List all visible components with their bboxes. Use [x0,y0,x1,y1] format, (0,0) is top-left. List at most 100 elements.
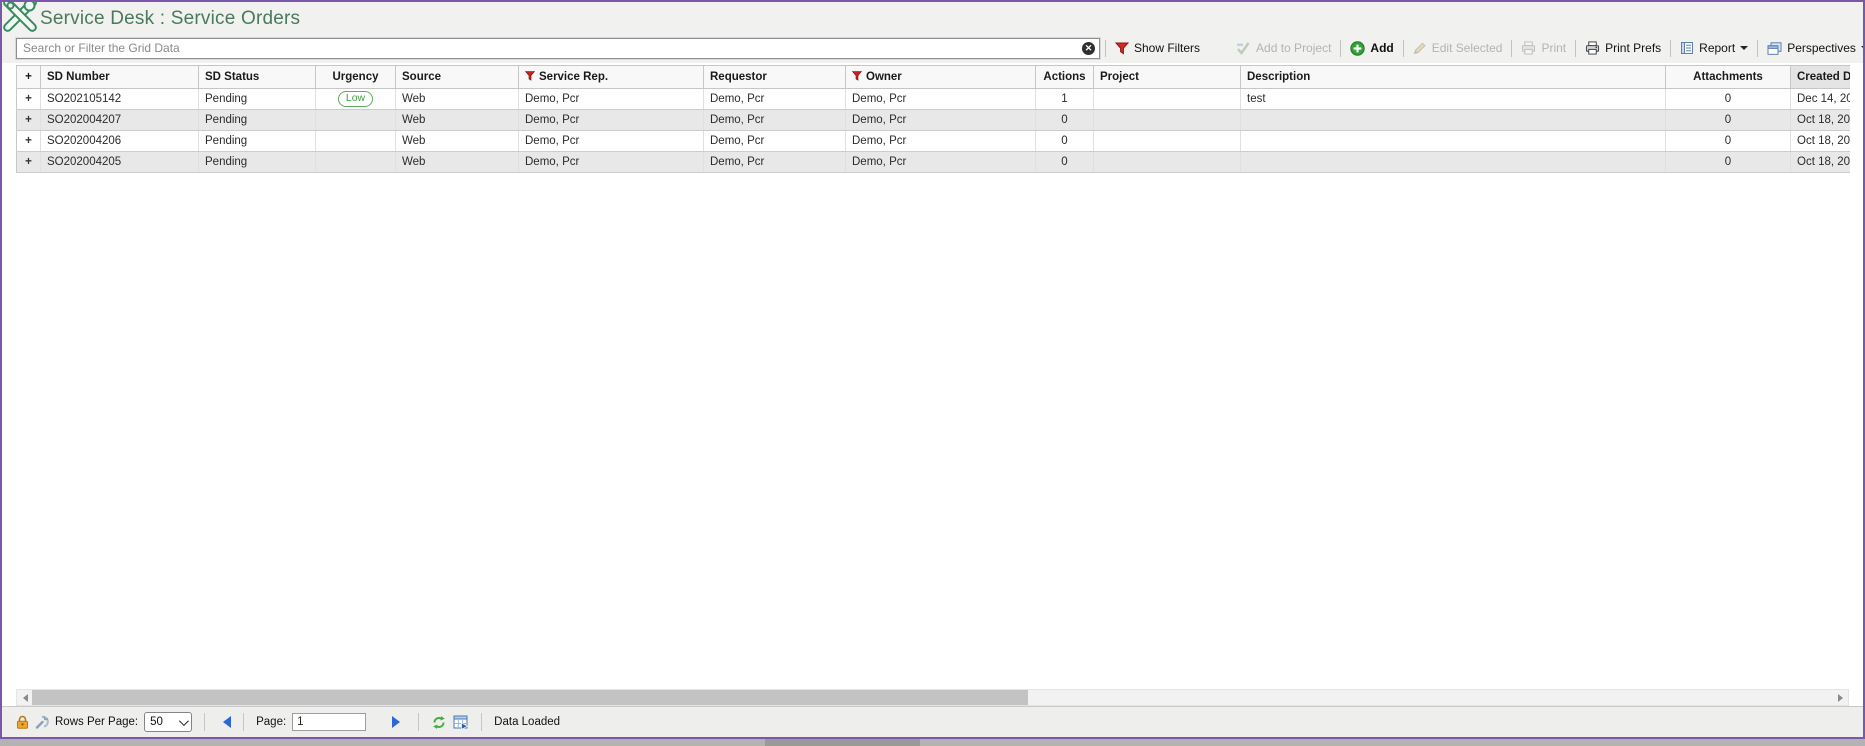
cell-project [1094,131,1241,152]
column-header-source[interactable]: Source [396,66,519,89]
report-icon [1680,41,1694,55]
add-to-project-button[interactable]: Add to Project [1232,41,1335,55]
search-wrap: ✕ [16,38,1100,59]
toolbar: ✕ Show Filters Add to Project Add [2,35,1863,63]
cell-owner: Demo, Pcr [846,152,1036,173]
column-header-sd_status[interactable]: SD Status [199,66,316,89]
browser-horizontal-scrollbar[interactable] [0,739,1865,746]
cell-source: Web [396,131,519,152]
column-header-owner[interactable]: Owner [846,66,1036,89]
column-header-created_date[interactable]: Created Date [1791,66,1851,89]
cell-urgency: Low [316,89,396,110]
cell-sd_status: Pending [199,110,316,131]
column-header-service_rep[interactable]: Service Rep. [519,66,704,89]
cell-actions: 0 [1036,152,1094,173]
chevron-down-icon [1861,46,1865,54]
cell-service_rep: Demo, Pcr [519,152,704,173]
table-header-row: +SD NumberSD StatusUrgencySourceService … [17,66,1851,89]
column-header-description[interactable]: Description [1241,66,1666,89]
printer-icon [1521,41,1536,55]
page-title: Service Desk : Service Orders [40,8,300,30]
add-to-project-icon [1236,41,1251,55]
rows-per-page-label: Rows Per Page: [55,716,138,728]
perspectives-button[interactable]: Perspectives [1763,41,1865,55]
printer-icon [1585,41,1600,55]
cell-description [1241,110,1666,131]
cell-urgency [316,131,396,152]
cell-created_date: Oct 18, 2019 [1791,152,1851,173]
cell-requestor: Demo, Pcr [704,110,846,131]
chevron-down-icon [179,716,189,726]
cell-urgency [316,152,396,173]
grid-horizontal-scrollbar[interactable] [16,689,1849,706]
next-page-button[interactable] [392,716,406,728]
report-button[interactable]: Report [1676,41,1752,55]
cell-service_rep: Demo, Pcr [519,89,704,110]
column-header-actions[interactable]: Actions [1036,66,1094,89]
print-prefs-button[interactable]: Print Prefs [1581,41,1665,55]
pencil-icon [1413,41,1427,55]
search-input[interactable] [16,38,1100,59]
grid-area: +SD NumberSD StatusUrgencySourceService … [2,63,1863,689]
row-expand-button[interactable]: + [17,152,41,173]
print-button[interactable]: Print [1517,41,1570,55]
table-row[interactable]: +SO202004206PendingWebDemo, PcrDemo, Pcr… [17,131,1851,152]
page-input[interactable] [292,713,366,731]
row-expand-button[interactable]: + [17,89,41,110]
scroll-left-arrow-icon[interactable] [17,690,32,705]
cell-sd_number: SO202004206 [41,131,199,152]
toolbar-divider [1575,40,1576,57]
cell-sd_status: Pending [199,131,316,152]
edit-selected-button[interactable]: Edit Selected [1409,41,1507,55]
cell-service_rep: Demo, Pcr [519,110,704,131]
cell-owner: Demo, Pcr [846,89,1036,110]
cell-sd_status: Pending [199,152,316,173]
row-expand-button[interactable]: + [17,110,41,131]
cell-sd_number: SO202004207 [41,110,199,131]
title-bar: Service Desk : Service Orders [2,2,1863,35]
scrollbar-thumb[interactable] [32,690,1028,705]
column-header-requestor[interactable]: Requestor [704,66,846,89]
cell-source: Web [396,110,519,131]
table-row[interactable]: +SO202004205PendingWebDemo, PcrDemo, Pcr… [17,152,1851,173]
browser-scrollbar-thumb[interactable] [765,739,920,746]
cell-project [1094,110,1241,131]
scroll-right-arrow-icon[interactable] [1833,690,1848,705]
cell-source: Web [396,152,519,173]
cell-created_date: Dec 14, 2021 [1791,89,1851,110]
app-window: Service Desk : Service Orders ✕ Show Fil… [0,0,1865,739]
column-header-urgency[interactable]: Urgency [316,66,396,89]
urgency-badge: Low [338,91,373,107]
cell-actions: 1 [1036,89,1094,110]
cell-requestor: Demo, Pcr [704,131,846,152]
cell-attachments: 0 [1666,89,1791,110]
chevron-down-icon [1740,46,1748,54]
cell-actions: 0 [1036,110,1094,131]
add-button[interactable]: Add [1346,41,1397,56]
table-row[interactable]: +SO202004207PendingWebDemo, PcrDemo, Pcr… [17,110,1851,131]
row-expand-button[interactable]: + [17,131,41,152]
perspectives-icon [1767,42,1782,55]
cell-description [1241,152,1666,173]
table-row[interactable]: +SO202105142PendingLowWebDemo, PcrDemo, … [17,89,1851,110]
toolbar-divider [1757,40,1758,57]
clear-icon[interactable]: ✕ [1082,42,1095,55]
show-filters-button[interactable]: Show Filters [1111,41,1204,55]
wrench-icon[interactable] [35,715,49,729]
lock-icon[interactable] [16,715,29,729]
cell-service_rep: Demo, Pcr [519,131,704,152]
column-header-attachments[interactable]: Attachments [1666,66,1791,89]
column-header-sd_number[interactable]: SD Number [41,66,199,89]
column-header-project[interactable]: Project [1094,66,1241,89]
cell-requestor: Demo, Pcr [704,89,846,110]
toolbar-divider [1403,40,1404,57]
column-header-expander[interactable]: + [17,66,41,89]
cell-project [1094,89,1241,110]
cell-source: Web [396,89,519,110]
toolbar-divider [1670,40,1671,57]
refresh-icon[interactable] [431,715,447,730]
export-grid-icon[interactable] [453,715,469,730]
service-orders-table: +SD NumberSD StatusUrgencySourceService … [16,65,1850,173]
prev-page-button[interactable] [217,716,231,728]
rows-per-page-select[interactable]: 50 [144,712,192,732]
